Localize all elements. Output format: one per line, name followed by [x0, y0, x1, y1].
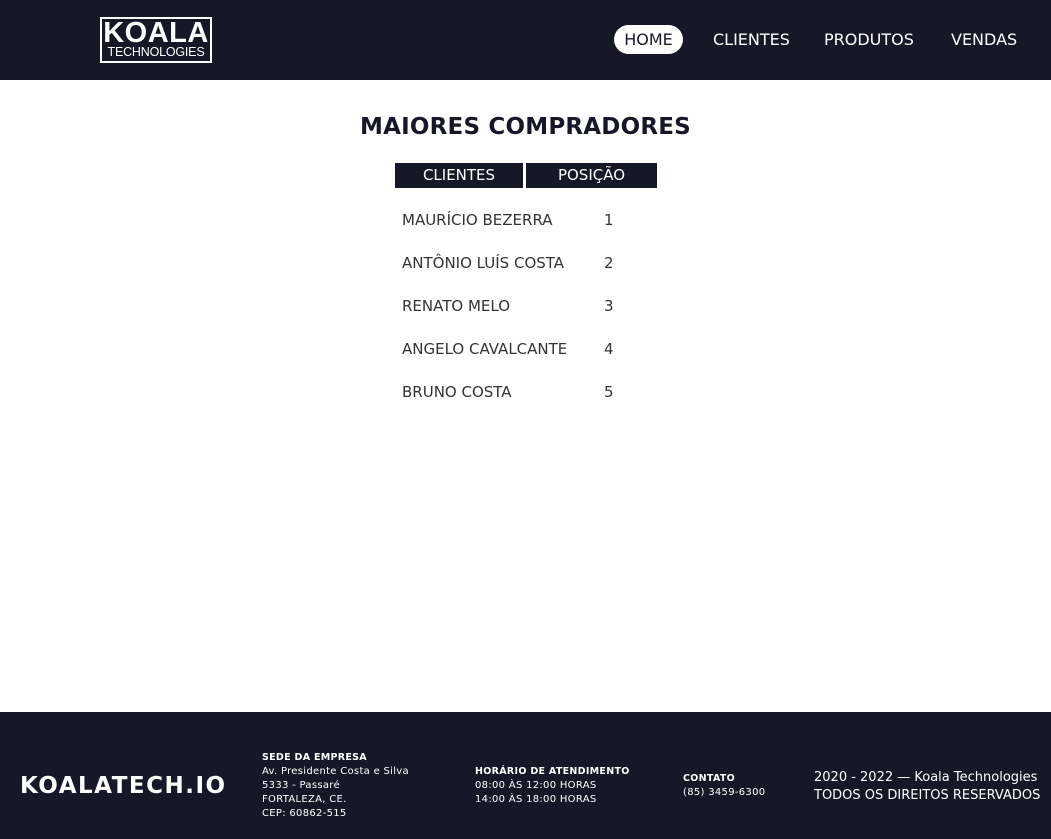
- client-position: 1: [604, 211, 614, 229]
- sede-line: CEP: 60862-515: [262, 808, 347, 819]
- nav-home[interactable]: HOME: [614, 25, 683, 54]
- client-name: RENATO MELO: [402, 297, 511, 315]
- footer-copyright: 2020 - 2022 — Koala Technologies TODOS O…: [814, 769, 1040, 805]
- top-navbar: KOALA TECHNOLOGIES HOME CLIENTES PRODUTO…: [0, 0, 1051, 80]
- nav-clientes[interactable]: CLIENTES: [713, 25, 790, 54]
- copyright-line: TODOS OS DIREITOS RESERVADOS: [814, 788, 1041, 803]
- client-position: 5: [604, 383, 614, 401]
- nav-vendas[interactable]: VENDAS: [951, 25, 1017, 54]
- client-name: ANTÔNIO LUÍS COSTA: [402, 254, 565, 272]
- client-position: 4: [604, 340, 614, 358]
- horario-line: 14:00 ÀS 18:00 HORAS: [475, 794, 597, 805]
- sede-line: FORTALEZA, CE.: [262, 794, 347, 805]
- sede-title: SEDE DA EMPRESA: [262, 752, 367, 763]
- contato-title: CONTATO: [683, 773, 736, 784]
- sede-line: Av. Presidente Costa e Silva: [262, 766, 409, 777]
- koala-logo[interactable]: KOALA TECHNOLOGIES: [100, 17, 212, 63]
- table-row: ANGELO CAVALCANTE 4: [402, 338, 662, 360]
- client-position: 3: [604, 297, 614, 315]
- footer: KOALATECH.IO SEDE DA EMPRESA Av. Preside…: [0, 712, 1051, 839]
- logo-sub-text: TECHNOLOGIES: [107, 45, 205, 59]
- footer-contato: CONTATO (85) 3459-6300: [683, 772, 765, 800]
- copyright-line: 2020 - 2022 — Koala Technologies: [814, 770, 1038, 785]
- logo-main-text: KOALA: [103, 17, 209, 49]
- table-row: BRUNO COSTA 5: [402, 381, 662, 403]
- column-header-posicao: POSIÇÃO: [526, 163, 657, 188]
- horario-line: 08:00 ÀS 12:00 HORAS: [475, 780, 597, 791]
- client-name: ANGELO CAVALCANTE: [402, 340, 568, 358]
- contato-phone[interactable]: (85) 3459-6300: [683, 786, 765, 800]
- client-name: BRUNO COSTA: [402, 383, 512, 401]
- column-header-clientes: CLIENTES: [395, 163, 523, 188]
- page-title: MAIORES COMPRADORES: [360, 114, 691, 140]
- client-position: 2: [604, 254, 614, 272]
- table-row: MAURÍCIO BEZERRA 1: [402, 209, 662, 231]
- client-name: MAURÍCIO BEZERRA: [402, 211, 553, 229]
- sede-line: 5333 - Passaré: [262, 780, 340, 791]
- table-row: ANTÔNIO LUÍS COSTA 2: [402, 252, 662, 274]
- footer-horario: HORÁRIO DE ATENDIMENTO 08:00 ÀS 12:00 HO…: [475, 765, 630, 807]
- horario-title: HORÁRIO DE ATENDIMENTO: [475, 766, 630, 777]
- footer-sede: SEDE DA EMPRESA Av. Presidente Costa e S…: [262, 751, 409, 821]
- footer-brand: KOALATECH.IO: [20, 773, 227, 799]
- table-row: RENATO MELO 3: [402, 295, 662, 317]
- nav-produtos[interactable]: PRODUTOS: [824, 25, 914, 54]
